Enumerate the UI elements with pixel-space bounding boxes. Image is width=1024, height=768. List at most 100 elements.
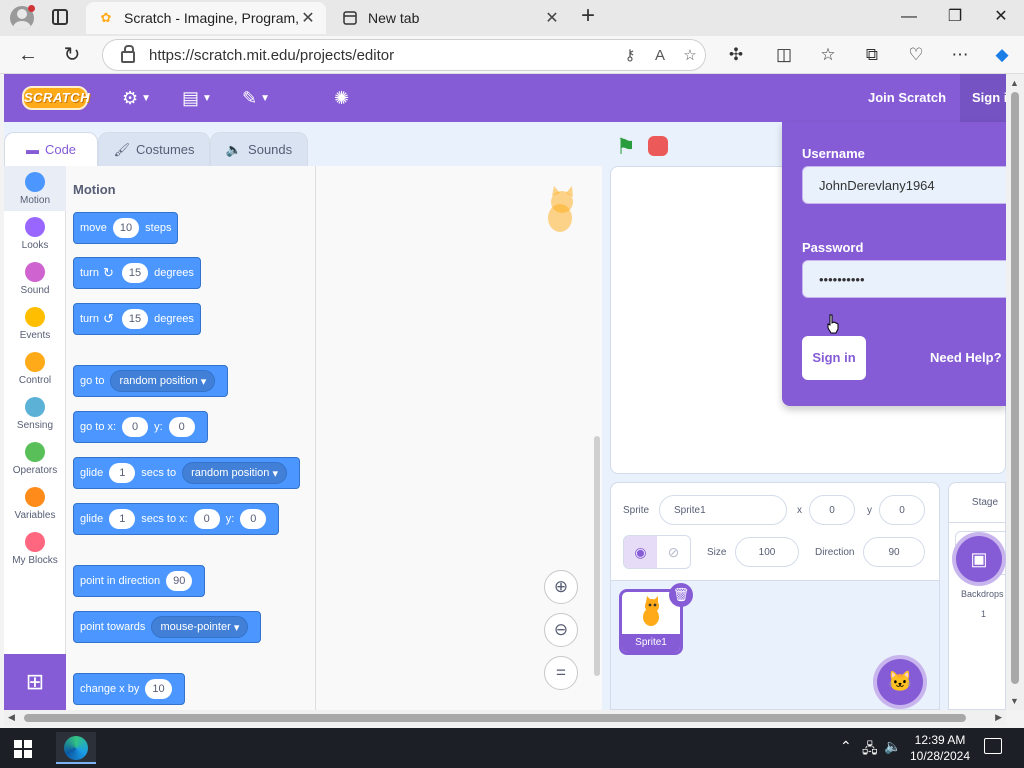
block-number-input[interactable]: 0	[193, 509, 220, 529]
block-number-input[interactable]: 90	[166, 571, 193, 591]
scroll-down-arrow-icon[interactable]: ▼	[1010, 696, 1019, 706]
tab-actions-icon[interactable]	[52, 9, 68, 25]
username-field[interactable]: JohnDerevlany1964	[802, 166, 1006, 204]
block-turn-left[interactable]: turn ↺ 15 degrees	[73, 303, 201, 335]
collections-icon[interactable]: ⧉	[860, 44, 884, 66]
category-operators[interactable]: Operators	[4, 436, 66, 481]
notifications-icon[interactable]	[984, 738, 1002, 754]
block-glide-xy[interactable]: glide 1 secs to x: 0 y: 0	[73, 503, 280, 535]
zoom-in-button[interactable]: ⊕	[544, 570, 578, 604]
show-eye-icon[interactable]: ◉	[624, 536, 657, 568]
block-go-to[interactable]: go to random position ▾	[73, 365, 229, 397]
need-help-link[interactable]: Need Help?	[930, 350, 1002, 365]
sign-in-link[interactable]: Sign in	[960, 74, 1006, 122]
scroll-right-arrow-icon[interactable]: ▶	[995, 712, 1002, 723]
close-tab-icon[interactable]: ✕	[298, 8, 318, 28]
green-flag-icon[interactable]: ⚑	[616, 134, 636, 160]
stage-pane[interactable]: Stage Backdrops 1	[948, 482, 1006, 710]
category-my-blocks[interactable]: My Blocks	[4, 526, 66, 571]
split-screen-icon[interactable]: ◫	[772, 44, 796, 66]
sprite-name-field[interactable]: Sprite1	[659, 495, 787, 525]
block-point-in-direction[interactable]: point in direction 90	[73, 565, 206, 597]
category-looks[interactable]: Looks	[4, 211, 66, 256]
favorites-icon[interactable]: ☆	[816, 44, 840, 66]
edge-taskbar-button[interactable]	[56, 732, 96, 764]
system-clock[interactable]: 12:39 AM 10/28/2024	[904, 732, 976, 764]
block-number-input[interactable]: 0	[168, 417, 195, 437]
block-number-input[interactable]: 15	[121, 263, 149, 283]
join-scratch-link[interactable]: Join Scratch	[856, 74, 958, 122]
block-number-input[interactable]: 0	[122, 417, 149, 437]
favorite-star-icon[interactable]: ☆	[675, 46, 705, 64]
block-change-x[interactable]: change x by 10	[73, 673, 185, 705]
scratch-logo[interactable]: SCRATCH	[22, 86, 90, 110]
workspace-scrollbar[interactable]	[594, 436, 600, 676]
close-tab-icon[interactable]: ✕	[542, 8, 562, 28]
zoom-reset-button[interactable]: =	[544, 656, 578, 690]
category-control[interactable]: Control	[4, 346, 66, 391]
read-aloud-icon[interactable]: A	[645, 47, 675, 64]
horizontal-scroll-thumb[interactable]	[24, 714, 966, 722]
choose-sprite-button[interactable]: 🐱	[877, 659, 923, 705]
tab-scratch[interactable]: ✿ Scratch - Imagine, Program, Share ✕	[86, 2, 326, 34]
category-sensing[interactable]: Sensing	[4, 391, 66, 436]
minimize-icon[interactable]: —	[886, 5, 932, 29]
hide-eye-icon[interactable]: ⊘	[657, 536, 690, 568]
block-dropdown[interactable]: random position ▾	[110, 370, 216, 392]
lock-icon[interactable]	[121, 45, 135, 63]
tutorials-button[interactable]: ✺	[334, 86, 349, 110]
restore-icon[interactable]: ❐	[932, 5, 978, 29]
category-variables[interactable]: Variables	[4, 481, 66, 526]
direction-field[interactable]: 90	[863, 537, 925, 567]
tab-costumes[interactable]: 🖌 Costumes	[98, 132, 210, 166]
show-hidden-icons-chevron-icon[interactable]: ⌃	[840, 738, 852, 755]
block-dropdown[interactable]: random position ▾	[182, 462, 287, 484]
delete-sprite-icon[interactable]: 🗑	[669, 583, 693, 607]
new-tab-plus-icon[interactable]: +	[576, 4, 600, 30]
category-events[interactable]: Events	[4, 301, 66, 346]
vertical-scroll-thumb[interactable]	[1011, 92, 1019, 684]
page-horizontal-scrollbar[interactable]: ◀ ▶	[4, 710, 1006, 726]
block-move-steps[interactable]: move 10 steps	[73, 212, 179, 244]
scroll-left-arrow-icon[interactable]: ◀	[8, 712, 15, 723]
block-go-to-xy[interactable]: go to x: 0 y: 0	[73, 411, 208, 443]
block-number-input[interactable]: 15	[121, 309, 149, 329]
back-arrow-icon[interactable]: ←	[14, 42, 42, 68]
network-icon[interactable]: 🖧	[862, 738, 878, 762]
page-vertical-scrollbar[interactable]: ▲ ▼	[1006, 74, 1024, 710]
scroll-up-arrow-icon[interactable]: ▲	[1010, 78, 1019, 88]
choose-backdrop-button[interactable]: ▣	[956, 536, 1002, 582]
tab-new-tab[interactable]: New tab ✕	[330, 2, 570, 34]
file-menu[interactable]: ▤ ▼	[182, 86, 212, 110]
block-number-input[interactable]: 10	[112, 218, 140, 238]
copilot-icon[interactable]: ◆	[990, 44, 1014, 66]
add-extension-button[interactable]: ⊞	[4, 654, 66, 710]
block-number-input[interactable]: 10	[145, 679, 172, 699]
block-number-input[interactable]: 1	[109, 509, 136, 529]
edit-menu[interactable]: ✎ ▼	[242, 86, 270, 110]
x-field[interactable]: 0	[809, 495, 855, 525]
settings-menu[interactable]: ⚙ ▼	[122, 86, 151, 110]
zoom-out-button[interactable]: ⊖	[544, 613, 578, 647]
size-field[interactable]: 100	[735, 537, 799, 567]
sign-in-button[interactable]: Sign in	[802, 336, 866, 380]
key-icon[interactable]: ⚷	[615, 46, 645, 64]
windows-start-icon[interactable]	[14, 740, 32, 758]
category-motion[interactable]: Motion	[4, 166, 66, 211]
password-field[interactable]: ••••••••••	[802, 260, 1006, 298]
block-number-input[interactable]: 1	[109, 463, 136, 483]
script-workspace[interactable]: ⊕ ⊖ =	[316, 166, 602, 710]
block-dropdown[interactable]: mouse-pointer ▾	[151, 616, 249, 638]
y-field[interactable]: 0	[879, 495, 925, 525]
category-sound[interactable]: Sound	[4, 256, 66, 301]
tab-code[interactable]: ▬ Code	[4, 132, 98, 166]
stop-icon[interactable]	[648, 136, 668, 156]
browser-essentials-icon[interactable]: ♡	[904, 44, 928, 66]
block-number-input[interactable]: 0	[240, 509, 267, 529]
volume-muted-icon[interactable]: 🔈	[884, 738, 901, 755]
block-point-towards[interactable]: point towards mouse-pointer ▾	[73, 611, 262, 643]
extensions-puzzle-icon[interactable]: ✣	[724, 44, 748, 66]
block-turn-right[interactable]: turn ↻ 15 degrees	[73, 257, 201, 289]
refresh-icon[interactable]: ↻	[58, 42, 86, 68]
url-field[interactable]: https://scratch.mit.edu/projects/editor …	[102, 39, 706, 71]
